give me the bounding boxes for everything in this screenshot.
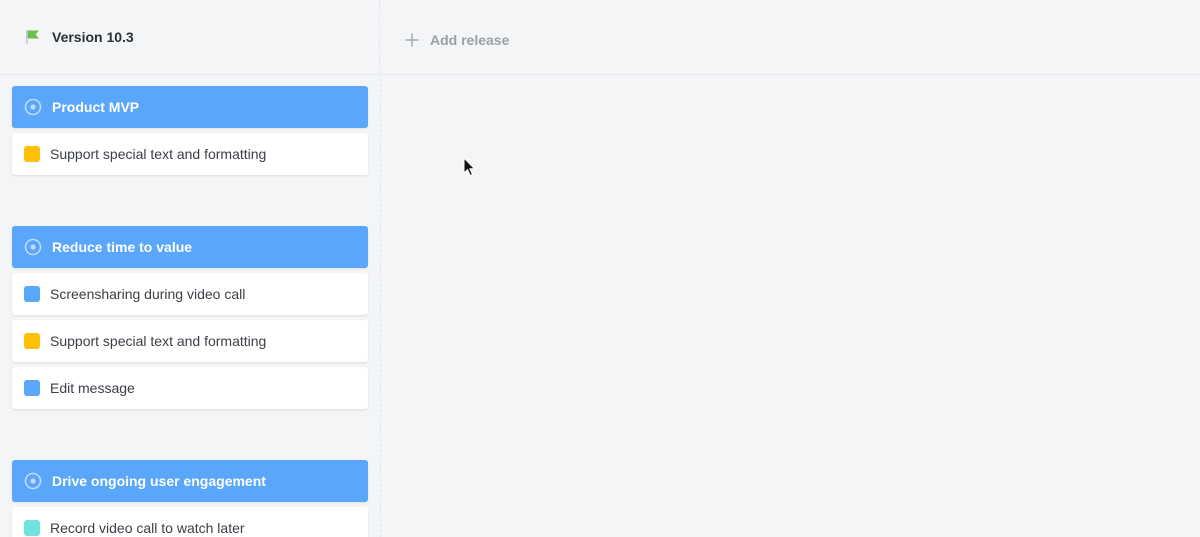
feature-card[interactable]: Record video call to watch later xyxy=(12,507,368,537)
add-release-label: Add release xyxy=(430,32,510,48)
status-swatch xyxy=(24,146,40,162)
mouse-cursor-icon xyxy=(463,157,475,177)
group-title: Drive ongoing user engagement xyxy=(52,473,266,489)
group-title: Reduce time to value xyxy=(52,239,193,255)
status-swatch xyxy=(24,333,40,349)
group-header-product-mvp[interactable]: Product MVP xyxy=(12,86,368,128)
feature-label: Support special text and formatting xyxy=(50,333,267,349)
flag-icon xyxy=(24,28,42,46)
feature-label: Screensharing during video call xyxy=(50,286,246,302)
plus-icon xyxy=(404,32,420,48)
target-icon xyxy=(24,98,42,116)
status-swatch xyxy=(24,520,40,536)
target-icon xyxy=(24,238,42,256)
feature-label: Support special text and formatting xyxy=(50,146,267,162)
feature-card[interactable]: Edit message xyxy=(12,367,368,409)
release-version-label: Version 10.3 xyxy=(52,29,134,45)
feature-card[interactable]: Support special text and formatting xyxy=(12,320,368,362)
column-divider xyxy=(380,74,381,537)
group-header-reduce-time-to-value[interactable]: Reduce time to value xyxy=(12,226,368,268)
releases-header: Version 10.3 Add release xyxy=(0,0,1200,75)
status-swatch xyxy=(24,380,40,396)
feature-label: Edit message xyxy=(50,380,135,396)
status-swatch xyxy=(24,286,40,302)
release-column-header[interactable]: Version 10.3 xyxy=(0,0,380,74)
group-header-drive-ongoing-user-engagement[interactable]: Drive ongoing user engagement xyxy=(12,460,368,502)
feature-card[interactable]: Support special text and formatting xyxy=(12,133,368,175)
feature-card[interactable]: Screensharing during video call xyxy=(12,273,368,315)
add-release-button[interactable]: Add release xyxy=(404,30,509,50)
target-icon xyxy=(24,472,42,490)
group-title: Product MVP xyxy=(52,99,140,115)
roadmap-board: Version 10.3 Add release Product MVP Sup… xyxy=(0,0,1200,537)
feature-label: Record video call to watch later xyxy=(50,520,245,536)
